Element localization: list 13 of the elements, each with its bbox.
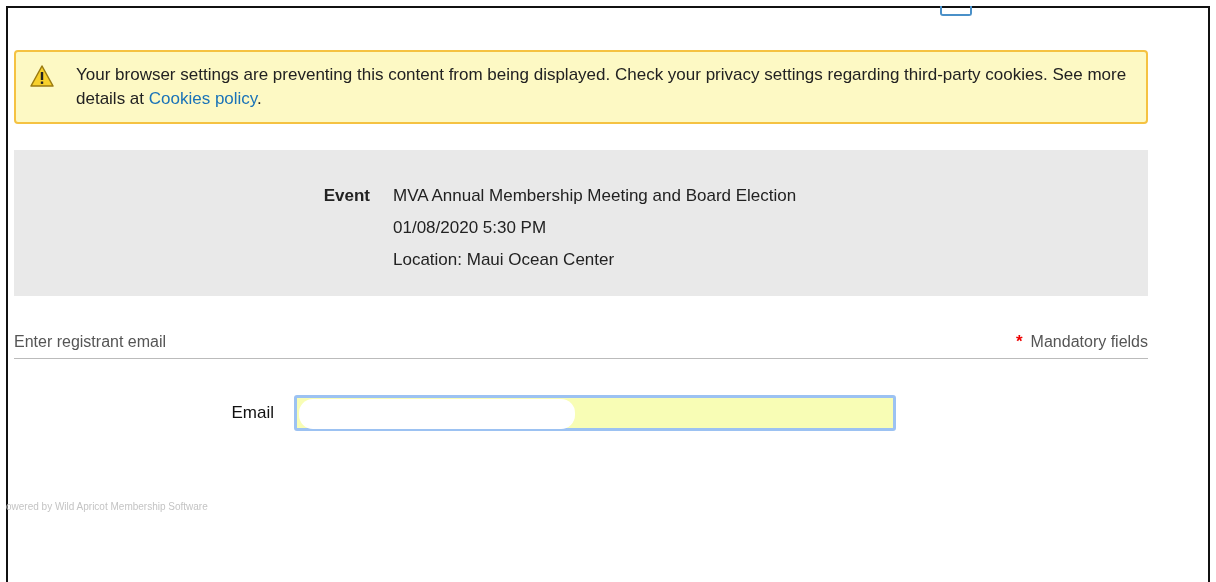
- email-field[interactable]: [294, 395, 896, 431]
- required-note: Mandatory fields: [1030, 333, 1148, 351]
- event-detail: MVA Annual Membership Meeting and Board Election: [393, 185, 798, 207]
- warning-message: Your browser settings are preventing this content from being displayed. Check your privacy settings regarding third-party cookies. See more details at Cookies policy.: [76, 64, 1128, 110]
- event-label: Event: [322, 185, 370, 207]
- email-label: Email: [230, 403, 274, 423]
- event-detail: 01/08/2020 5:30 PM: [393, 217, 548, 239]
- warning-icon: [30, 65, 54, 87]
- event-detail: Location: Maui Ocean Center: [393, 249, 616, 271]
- toolbar-icon[interactable]: [940, 6, 972, 16]
- cookies-policy-link[interactable]: Cookies policy: [148, 89, 258, 108]
- section-title: Enter registrant email: [14, 333, 167, 351]
- required-mark: *: [1016, 332, 1023, 352]
